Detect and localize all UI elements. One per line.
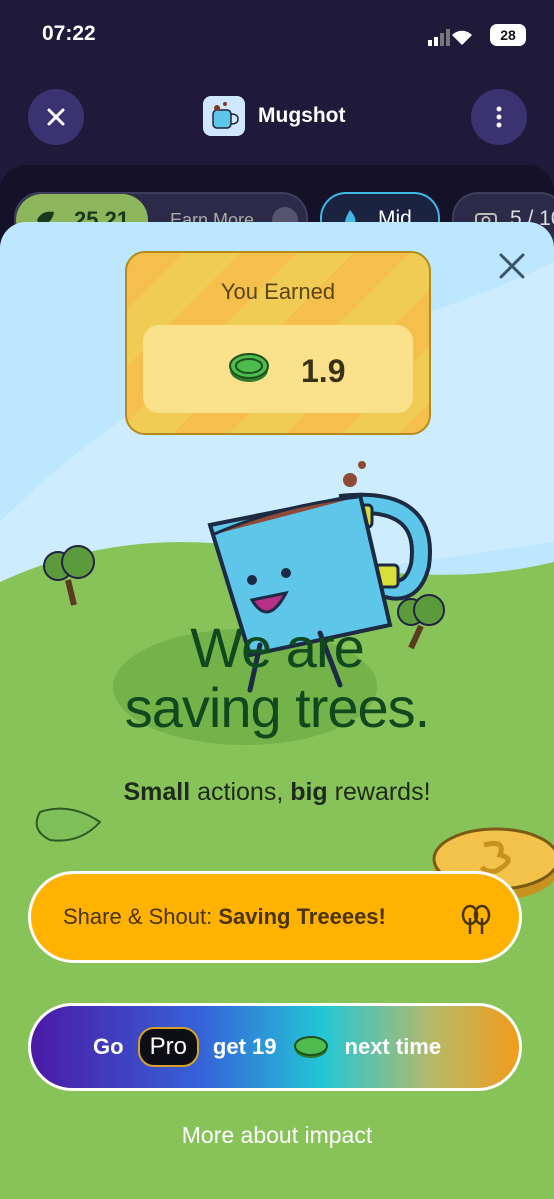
get-label: get 19 bbox=[212, 1034, 277, 1059]
close-icon bbox=[47, 108, 65, 126]
mug-logo-icon bbox=[212, 102, 239, 129]
next-time-label: next time bbox=[344, 1034, 442, 1059]
you-earned-title: You Earned bbox=[220, 279, 336, 304]
battery-indicator: 28 bbox=[490, 24, 526, 46]
more-options-button[interactable] bbox=[471, 89, 527, 145]
go-label: Go bbox=[93, 1034, 124, 1059]
coin-icon-small bbox=[293, 1036, 328, 1058]
heading-line-2: saving trees. bbox=[124, 676, 431, 739]
sub-mid: actions, bbox=[190, 778, 291, 806]
status-bar: 07:22 28 bbox=[0, 0, 554, 70]
impact-heading: We are saving trees. bbox=[0, 618, 554, 738]
pro-badge: Pro bbox=[137, 1027, 199, 1067]
go-pro-button[interactable]: Go Pro get 19 next time bbox=[28, 1003, 522, 1091]
app-title: Mugshot bbox=[258, 104, 346, 127]
close-app-button[interactable] bbox=[28, 89, 84, 145]
coin-icon bbox=[229, 353, 269, 382]
tree-icon-left bbox=[43, 545, 95, 606]
share-label: Share & Shout: Saving Treeees! bbox=[63, 904, 386, 930]
you-earned-card: You Earned 1.9 bbox=[125, 251, 431, 435]
signal-wifi-icon bbox=[428, 29, 472, 46]
trees-icon bbox=[461, 904, 491, 934]
status-time: 07:22 bbox=[42, 22, 96, 45]
impact-subtitle: Small actions, big rewards! bbox=[0, 778, 554, 807]
more-about-impact-link[interactable]: More about impact bbox=[0, 1122, 554, 1149]
sub-end: rewards! bbox=[327, 778, 431, 806]
more-vertical-icon bbox=[496, 106, 502, 128]
share-label-bold: Saving Treeees! bbox=[218, 904, 386, 929]
share-label-prefix: Share & Shout: bbox=[63, 904, 219, 929]
earned-amount-box: 1.9 bbox=[143, 325, 413, 413]
sub-bold-big: big bbox=[290, 778, 328, 806]
heading-line-1: We are bbox=[190, 616, 364, 679]
share-button[interactable]: Share & Shout: Saving Treeees! bbox=[28, 871, 522, 963]
close-sheet-icon[interactable] bbox=[498, 252, 526, 280]
sub-bold-small: Small bbox=[123, 778, 191, 806]
earned-amount: 1.9 bbox=[301, 353, 346, 389]
app-icon bbox=[203, 96, 245, 136]
